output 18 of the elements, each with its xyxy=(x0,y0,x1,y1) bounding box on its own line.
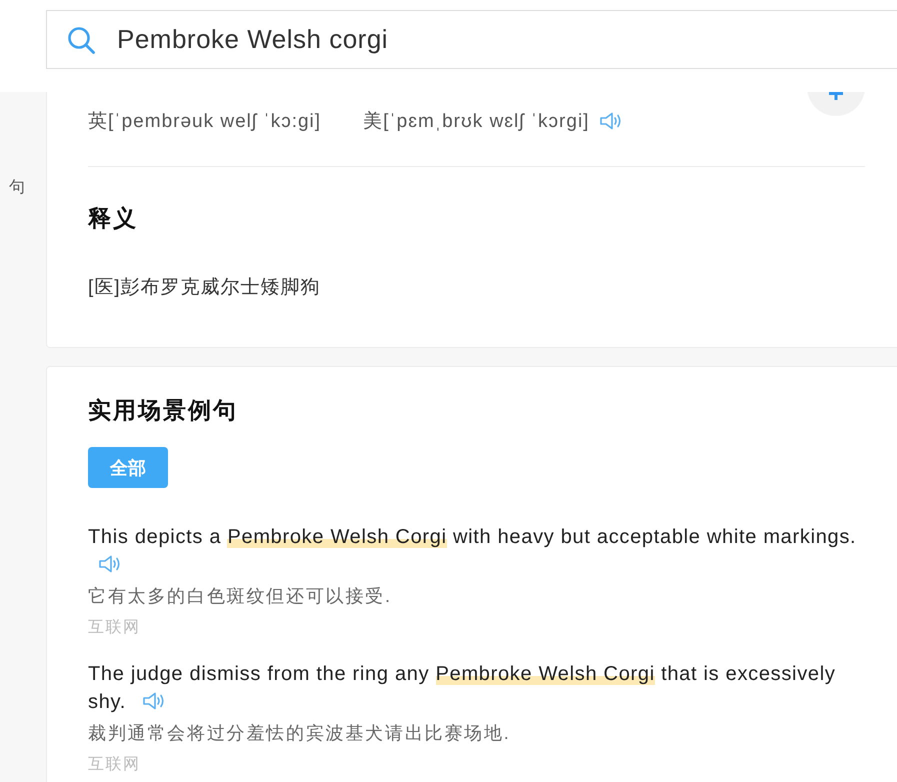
phonetic-text: 英[ˈpembrəuk welʃ ˈkɔ:gi] xyxy=(88,110,322,134)
speaker-icon[interactable] xyxy=(599,111,624,131)
search-icon xyxy=(67,26,95,54)
section-title: 实用场景例句 xyxy=(88,396,239,425)
sentence-translation: 它有太多的白色斑纹但还可以接受. xyxy=(88,585,393,608)
example-sentence: The judge dismiss from the ring any Pembroke Welsh Corgi that is excessively shy. xyxy=(88,662,837,715)
sidebar-item[interactable]: 句 xyxy=(0,177,46,199)
plus-icon xyxy=(829,92,843,100)
phonetic-text: 美[ˈpɛmˌbrʊk wɛlʃ ˈkɔrgi] xyxy=(363,110,590,134)
speaker-icon[interactable] xyxy=(142,691,166,711)
speaker-icon[interactable] xyxy=(98,554,122,574)
sentence-translation: 裁判通常会将过分羞怯的宾波基犬请出比赛场地. xyxy=(88,722,512,745)
definition-text: [医]彭布罗克威尔士矮脚狗 xyxy=(88,276,322,300)
sentence-source: 互联网 xyxy=(88,618,142,638)
example-sentence: This depicts a Pembroke Welsh Corgi with heavy but acceptable white markings. xyxy=(88,523,865,579)
section-title: 释义 xyxy=(88,204,139,233)
search-field[interactable]: Pembroke Welsh corgi xyxy=(46,10,897,69)
sentence-source: 互联网 xyxy=(88,755,142,775)
